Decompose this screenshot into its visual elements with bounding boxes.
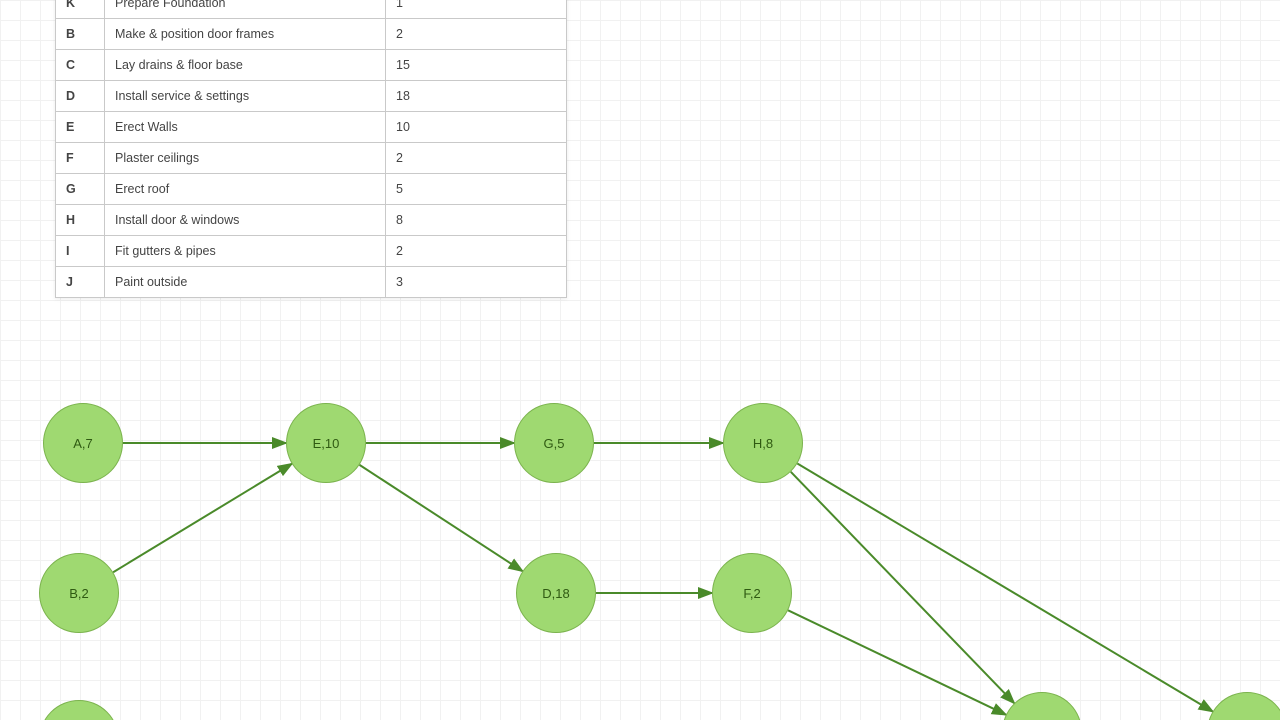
activity-duration: 2 bbox=[386, 236, 567, 267]
activity-duration: 5 bbox=[386, 174, 567, 205]
node-h[interactable]: H,8 bbox=[723, 403, 803, 483]
node-label: D,18 bbox=[542, 586, 569, 601]
node-label: B,2 bbox=[69, 586, 89, 601]
node-label: H,8 bbox=[753, 436, 773, 451]
node-b[interactable]: B,2 bbox=[39, 553, 119, 633]
edge-f-i bbox=[788, 610, 1006, 714]
activity-code: J bbox=[56, 267, 105, 298]
activity-desc: Prepare Foundation bbox=[105, 0, 386, 19]
activity-desc: Erect roof bbox=[105, 174, 386, 205]
edge-h-i bbox=[791, 472, 1014, 703]
activity-duration: 2 bbox=[386, 143, 567, 174]
activity-duration: 1 bbox=[386, 0, 567, 19]
node-c[interactable] bbox=[39, 700, 119, 720]
activity-desc: Erect Walls bbox=[105, 112, 386, 143]
activity-desc: Fit gutters & pipes bbox=[105, 236, 386, 267]
activity-table: K Prepare Foundation 1 B Make & position… bbox=[55, 0, 567, 298]
activity-desc: Lay drains & floor base bbox=[105, 50, 386, 81]
node-d[interactable]: D,18 bbox=[516, 553, 596, 633]
activity-duration: 18 bbox=[386, 81, 567, 112]
edge-b-e bbox=[113, 464, 292, 572]
activity-code: H bbox=[56, 205, 105, 236]
table-row: F Plaster ceilings 2 bbox=[56, 143, 567, 174]
node-label: F,2 bbox=[743, 586, 760, 601]
activity-duration: 2 bbox=[386, 19, 567, 50]
edge-h-j bbox=[797, 464, 1212, 712]
activity-code: F bbox=[56, 143, 105, 174]
table-row: H Install door & windows 8 bbox=[56, 205, 567, 236]
node-g[interactable]: G,5 bbox=[514, 403, 594, 483]
activity-code: B bbox=[56, 19, 105, 50]
table-row: B Make & position door frames 2 bbox=[56, 19, 567, 50]
activity-code: G bbox=[56, 174, 105, 205]
table-row: D Install service & settings 18 bbox=[56, 81, 567, 112]
activity-code: E bbox=[56, 112, 105, 143]
activity-duration: 3 bbox=[386, 267, 567, 298]
table-row: K Prepare Foundation 1 bbox=[56, 0, 567, 19]
node-i[interactable] bbox=[1002, 692, 1082, 720]
node-a[interactable]: A,7 bbox=[43, 403, 123, 483]
activity-code: D bbox=[56, 81, 105, 112]
activity-desc: Paint outside bbox=[105, 267, 386, 298]
activity-desc: Plaster ceilings bbox=[105, 143, 386, 174]
activity-duration: 8 bbox=[386, 205, 567, 236]
node-label: G,5 bbox=[544, 436, 565, 451]
node-j[interactable] bbox=[1207, 692, 1280, 720]
activity-duration: 15 bbox=[386, 50, 567, 81]
activity-desc: Make & position door frames bbox=[105, 19, 386, 50]
edge-e-d bbox=[360, 465, 523, 571]
table-row: J Paint outside 3 bbox=[56, 267, 567, 298]
table-row: E Erect Walls 10 bbox=[56, 112, 567, 143]
activity-code: C bbox=[56, 50, 105, 81]
activity-code: K bbox=[56, 0, 105, 19]
activity-desc: Install door & windows bbox=[105, 205, 386, 236]
table-row: G Erect roof 5 bbox=[56, 174, 567, 205]
table-row: I Fit gutters & pipes 2 bbox=[56, 236, 567, 267]
diagram-canvas[interactable]: K Prepare Foundation 1 B Make & position… bbox=[0, 0, 1280, 720]
activity-duration: 10 bbox=[386, 112, 567, 143]
node-e[interactable]: E,10 bbox=[286, 403, 366, 483]
node-label: A,7 bbox=[73, 436, 93, 451]
table-row: C Lay drains & floor base 15 bbox=[56, 50, 567, 81]
activity-desc: Install service & settings bbox=[105, 81, 386, 112]
node-label: E,10 bbox=[313, 436, 340, 451]
node-f[interactable]: F,2 bbox=[712, 553, 792, 633]
activity-code: I bbox=[56, 236, 105, 267]
